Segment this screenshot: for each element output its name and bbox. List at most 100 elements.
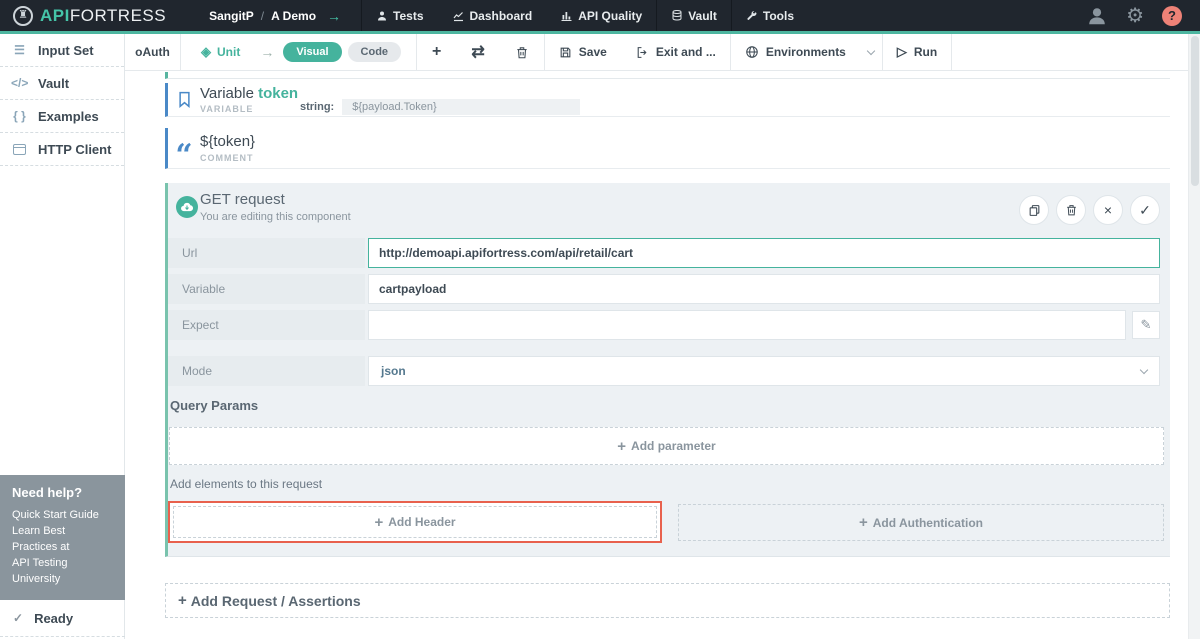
status-bar: ✓ Ready bbox=[0, 600, 125, 637]
nav-item-vault[interactable]: Vault bbox=[657, 0, 731, 31]
add-header-label: Add Header bbox=[388, 515, 455, 529]
url-input[interactable] bbox=[368, 238, 1160, 268]
toolbar-divider bbox=[951, 34, 952, 70]
run-button[interactable]: ▷ Run bbox=[883, 34, 951, 70]
add-elements-label: Add elements to this request bbox=[170, 477, 322, 491]
variable-field-label: Variable bbox=[168, 274, 365, 304]
unit-button[interactable]: ◈ Unit bbox=[187, 44, 254, 60]
vertical-scrollbar[interactable] bbox=[1188, 34, 1200, 639]
nav-item-api-quality[interactable]: API Quality bbox=[546, 0, 656, 31]
environments-button[interactable]: Environments bbox=[731, 34, 860, 70]
nav-right-group: ⚙ ? bbox=[1086, 5, 1200, 27]
trash-button[interactable] bbox=[500, 34, 544, 70]
reorder-icon[interactable]: ⇄ bbox=[456, 34, 499, 70]
user-avatar-icon[interactable] bbox=[1086, 5, 1108, 27]
add-authentication-button[interactable]: + Add Authentication bbox=[678, 504, 1164, 541]
variable-component-body: Variable token VARIABLE bbox=[200, 85, 300, 114]
unit-icon: ◈ bbox=[201, 44, 211, 60]
add-component-button[interactable]: + bbox=[417, 34, 456, 70]
mode-selected-value: json bbox=[381, 364, 1141, 378]
sidebar-item-label: Vault bbox=[38, 76, 69, 91]
wrench-icon bbox=[746, 10, 758, 22]
add-elements-row: + Add Header + Add Authentication bbox=[168, 501, 1164, 543]
pencil-icon: ✎ bbox=[1141, 317, 1152, 333]
sidebar-item-vault[interactable]: </> Vault bbox=[0, 67, 124, 100]
rook-logo-icon: ♜ bbox=[13, 6, 33, 26]
exit-label: Exit and ... bbox=[656, 45, 716, 59]
variable-input[interactable] bbox=[368, 274, 1160, 304]
variable-title: Variable token bbox=[200, 85, 300, 102]
plus-icon: + bbox=[617, 438, 626, 455]
variable-value-key: string: bbox=[300, 101, 334, 113]
browser-window-icon bbox=[13, 144, 26, 155]
add-header-button[interactable]: + Add Header bbox=[173, 506, 657, 538]
save-label: Save bbox=[579, 45, 607, 59]
plus-icon: + bbox=[178, 592, 187, 609]
help-link-best-practices[interactable]: Learn Best Practices at bbox=[12, 524, 113, 556]
quote-icon: “ bbox=[168, 140, 200, 156]
delete-button[interactable] bbox=[1056, 195, 1086, 225]
confirm-button[interactable]: ✓ bbox=[1130, 195, 1160, 225]
breadcrumb[interactable]: SangitP / A Demo → bbox=[179, 8, 361, 24]
variable-value: ${payload.Token} bbox=[342, 99, 580, 115]
comment-component-body: ${token} COMMENT bbox=[200, 133, 300, 162]
nav-item-dashboard[interactable]: Dashboard bbox=[438, 0, 547, 31]
test-canvas: Variable token VARIABLE string: ${payloa… bbox=[125, 71, 1188, 639]
add-parameter-button[interactable]: + Add parameter bbox=[169, 427, 1164, 465]
scrollbar-thumb[interactable] bbox=[1191, 36, 1199, 186]
nav-item-label: Tools bbox=[763, 9, 794, 23]
gear-icon[interactable]: ⚙ bbox=[1126, 6, 1144, 26]
request-subtitle: You are editing this component bbox=[200, 211, 351, 223]
nav-main-group: Tests Dashboard API Quality bbox=[362, 0, 656, 31]
breadcrumb-project: A Demo bbox=[271, 9, 316, 23]
duplicate-button[interactable] bbox=[1019, 195, 1049, 225]
help-link-university[interactable]: API Testing University bbox=[12, 556, 113, 588]
get-request-editor: GET request You are editing this compone… bbox=[165, 183, 1170, 557]
status-label: Ready bbox=[34, 611, 73, 626]
variable-title-prefix: Variable bbox=[200, 85, 254, 102]
nav-item-tools[interactable]: Tools bbox=[732, 0, 808, 31]
variable-type-label: VARIABLE bbox=[200, 104, 300, 114]
nav-item-label: Vault bbox=[688, 9, 717, 23]
breadcrumb-user: SangitP bbox=[209, 9, 254, 23]
database-icon bbox=[671, 9, 683, 22]
save-button[interactable]: Save bbox=[545, 34, 621, 70]
variable-component[interactable]: Variable token VARIABLE string: ${payloa… bbox=[165, 83, 1170, 117]
apifortress-logo[interactable]: ♜ APIFORTRESS bbox=[0, 6, 179, 26]
check-icon: ✓ bbox=[1139, 202, 1151, 219]
environments-dropdown-toggle[interactable] bbox=[860, 34, 882, 70]
add-header-highlight: + Add Header bbox=[168, 501, 662, 543]
help-icon[interactable]: ? bbox=[1162, 6, 1182, 26]
sidebar-item-http-client[interactable]: HTTP Client bbox=[0, 133, 124, 166]
sidebar-item-input-set[interactable]: ☰ Input Set bbox=[0, 34, 124, 67]
tab-oauth[interactable]: oAuth bbox=[125, 34, 181, 70]
nav-item-tests[interactable]: Tests bbox=[362, 0, 437, 31]
help-link-quick-start[interactable]: Quick Start Guide bbox=[12, 508, 113, 524]
play-icon: ▷ bbox=[897, 44, 907, 60]
variable-field-row: Variable bbox=[168, 274, 1160, 304]
sidebar-item-label: HTTP Client bbox=[38, 142, 111, 157]
run-label: Run bbox=[914, 45, 937, 59]
add-request-label: Add Request / Assertions bbox=[191, 593, 361, 609]
visual-toggle-button[interactable]: Visual bbox=[283, 42, 341, 62]
line-chart-icon bbox=[452, 10, 465, 22]
add-request-assertions-button[interactable]: + Add Request / Assertions bbox=[165, 583, 1170, 618]
code-toggle-button[interactable]: Code bbox=[348, 42, 402, 62]
brand-text: APIFORTRESS bbox=[40, 6, 166, 26]
request-title: GET request bbox=[200, 191, 285, 208]
comment-component[interactable]: “ ${token} COMMENT bbox=[165, 128, 1170, 169]
partial-component-above bbox=[165, 72, 1170, 79]
sidebar-item-examples[interactable]: { } Examples bbox=[0, 100, 124, 133]
brand-secondary: FORTRESS bbox=[70, 6, 166, 25]
need-help-title: Need help? bbox=[12, 485, 113, 500]
cancel-button[interactable]: × bbox=[1093, 195, 1123, 225]
plus-icon: + bbox=[859, 514, 868, 531]
unit-label: Unit bbox=[217, 45, 240, 59]
exit-button[interactable]: Exit and ... bbox=[621, 34, 730, 70]
mode-select[interactable]: json bbox=[368, 356, 1160, 386]
expect-input[interactable] bbox=[368, 310, 1126, 340]
chevron-down-icon bbox=[1140, 365, 1148, 373]
comment-type-label: COMMENT bbox=[200, 153, 300, 163]
expect-edit-button[interactable]: ✎ bbox=[1132, 311, 1160, 339]
add-parameter-label: Add parameter bbox=[631, 439, 716, 453]
